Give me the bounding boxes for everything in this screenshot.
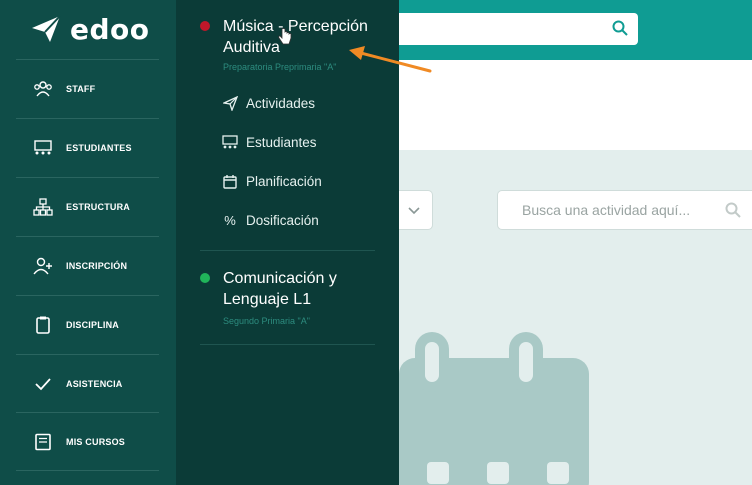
nav-label: ESTUDIANTES	[66, 143, 132, 153]
nav-divider	[16, 470, 159, 471]
students-icon	[222, 134, 238, 150]
paper-plane-logo-icon	[32, 15, 61, 42]
submenu-label: Dosificación	[246, 212, 319, 228]
submenu-item-actividades[interactable]: Actividades	[222, 93, 315, 113]
nav-label: INSCRIPCIÓN	[66, 261, 128, 271]
nav-label: DISCIPLINA	[66, 320, 120, 330]
panel-divider	[200, 344, 375, 345]
activity-search-input[interactable]	[497, 190, 752, 230]
sidebar: edoo STAFF ESTUDIANTES ESTRUCTURA INSCRI…	[0, 0, 176, 485]
submenu-item-planificacion[interactable]: Planificación	[222, 171, 322, 191]
nav-item-disciplina[interactable]: DISCIPLINA	[0, 296, 176, 354]
search-icon[interactable]	[611, 19, 629, 37]
check-icon	[35, 378, 51, 391]
status-dot	[200, 21, 210, 31]
annotation-arrow-icon	[349, 46, 432, 73]
structure-icon	[33, 198, 53, 216]
course-name: Comunicación y Lenguaje L1	[223, 270, 337, 308]
chevron-down-icon[interactable]	[406, 202, 422, 218]
nav-label: MIS CURSOS	[66, 437, 126, 447]
nav-label: STAFF	[66, 84, 96, 94]
nav-item-estructura[interactable]: ESTRUCTURA	[0, 178, 176, 236]
logo-text: edoo	[70, 12, 150, 46]
course-subtitle: Preparatoria Preprimaria "A"	[223, 62, 337, 72]
course-item-comunicacion[interactable]: Comunicación y Lenguaje L1 Segundo Prima…	[176, 266, 399, 332]
calendar-illustration-icon	[399, 332, 589, 485]
search-icon[interactable]	[724, 201, 742, 219]
hand-cursor-icon	[278, 28, 292, 45]
course-subtitle: Segundo Primaria "A"	[223, 316, 310, 326]
nav-item-estudiantes[interactable]: ESTUDIANTES	[0, 119, 176, 177]
edoo-logo[interactable]: edoo	[30, 12, 150, 46]
status-dot	[200, 273, 210, 283]
submenu-label: Actividades	[246, 95, 316, 111]
paper-plane-icon	[222, 95, 238, 111]
percent-icon: %	[224, 212, 236, 228]
panel-divider	[200, 250, 375, 251]
add-user-icon	[33, 257, 52, 275]
staff-icon	[34, 81, 52, 97]
nav-item-asistencia[interactable]: ASISTENCIA	[0, 355, 176, 413]
calendar-icon	[222, 173, 238, 189]
nav-label: ESTRUCTURA	[66, 202, 130, 212]
nav-item-inscripcion[interactable]: INSCRIPCIÓN	[0, 237, 176, 295]
submenu-label: Estudiantes	[246, 134, 317, 150]
nav-label: ASISTENCIA	[66, 379, 123, 389]
clipboard-icon	[36, 316, 50, 334]
nav-item-mis-cursos[interactable]: MIS CURSOS	[0, 413, 176, 471]
students-icon	[34, 140, 52, 155]
nav-item-staff[interactable]: STAFF	[0, 60, 176, 118]
submenu-item-estudiantes[interactable]: Estudiantes	[222, 132, 317, 152]
book-icon	[35, 433, 51, 451]
page-header-band	[399, 60, 752, 150]
submenu-label: Planificación	[246, 173, 322, 189]
submenu-item-dosificacion[interactable]: % Dosificación	[222, 210, 319, 230]
